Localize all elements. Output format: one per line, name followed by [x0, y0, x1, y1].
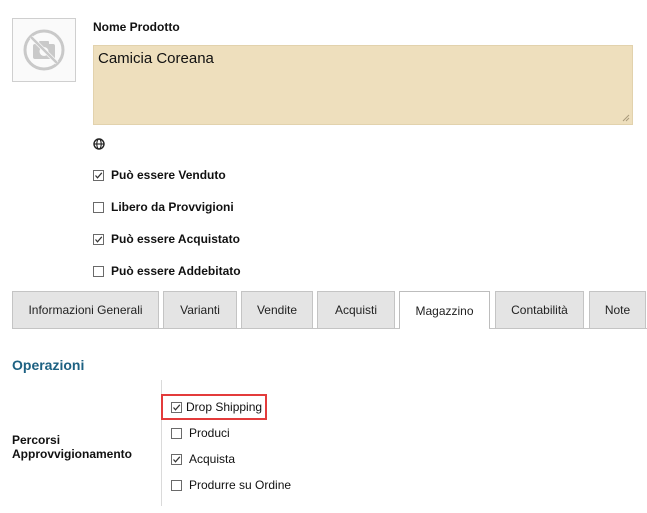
tab-accounting[interactable]: Contabilità — [495, 291, 584, 328]
tab-inventory[interactable]: Magazzino — [399, 291, 490, 329]
product-name-value: Camicia Coreana — [98, 50, 214, 67]
no-camera-icon — [23, 29, 65, 71]
flag-commission-free[interactable]: Libero da Provvigioni — [93, 200, 234, 214]
check-icon — [173, 455, 181, 463]
checkbox[interactable] — [171, 479, 182, 491]
flag-label: Può essere Addebitato — [111, 264, 241, 278]
route-label: Produrre su Ordine — [189, 478, 292, 492]
tab-general-info[interactable]: Informazioni Generali — [12, 291, 159, 328]
flag-label: Libero da Provvigioni — [111, 200, 234, 214]
active-tab-gap — [400, 328, 489, 329]
checkbox[interactable] — [93, 265, 104, 277]
flag-expense-ok[interactable]: Può essere Addebitato — [93, 264, 241, 278]
product-name-field[interactable]: Camicia Coreana — [93, 45, 633, 125]
tab-notes[interactable]: Note — [589, 291, 646, 328]
checkbox[interactable] — [93, 201, 104, 213]
checkbox[interactable] — [171, 453, 182, 465]
tab-bar: Informazioni Generali Varianti Vendite A… — [12, 291, 647, 329]
route-drop-shipping[interactable]: Drop Shipping — [171, 400, 262, 414]
flag-purchase-ok[interactable]: Può essere Acquistato — [93, 232, 240, 246]
tab-purchases[interactable]: Acquisti — [317, 291, 395, 328]
tab-variants[interactable]: Varianti — [163, 291, 237, 328]
routes-label: Percorsi Approvvigionamento — [12, 433, 133, 461]
flag-sale-ok[interactable]: Può essere Venduto — [93, 168, 226, 182]
section-title: Operazioni — [12, 357, 85, 373]
tab-divider — [12, 328, 647, 329]
globe-icon[interactable] — [93, 138, 105, 150]
route-buy[interactable]: Acquista — [171, 452, 235, 466]
resize-handle-icon[interactable] — [622, 114, 630, 122]
check-icon — [173, 403, 181, 411]
route-manufacture[interactable]: Produci — [171, 426, 230, 440]
route-label: Acquista — [189, 452, 236, 466]
route-label: Produci — [189, 426, 230, 440]
checkbox[interactable] — [93, 233, 104, 245]
checkbox[interactable] — [93, 169, 104, 181]
check-icon — [95, 235, 103, 243]
tab-sales[interactable]: Vendite — [241, 291, 313, 328]
product-name-label: Nome Prodotto — [93, 20, 180, 34]
check-icon — [95, 171, 103, 179]
route-label: Drop Shipping — [186, 400, 263, 414]
checkbox[interactable] — [171, 427, 182, 439]
flag-label: Può essere Acquistato — [111, 232, 240, 246]
route-make-to-order[interactable]: Produrre su Ordine — [171, 478, 291, 492]
product-image[interactable] — [12, 18, 76, 82]
checkbox[interactable] — [171, 401, 182, 413]
flag-label: Può essere Venduto — [111, 168, 226, 182]
